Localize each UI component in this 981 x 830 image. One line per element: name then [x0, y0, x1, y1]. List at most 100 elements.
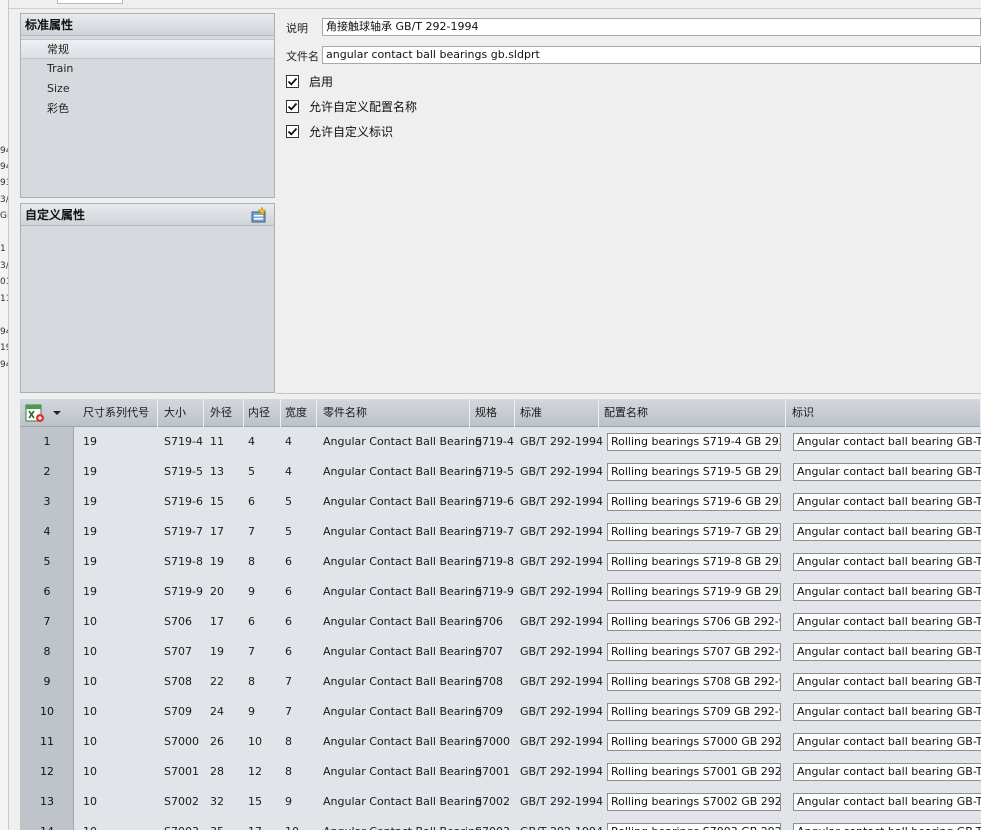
config-name-input[interactable]: Rolling bearings S719-6 GB 292-94: [607, 493, 781, 511]
cell-spec[interactable]: S7002: [471, 787, 510, 817]
config-name-input[interactable]: Rolling bearings S719-9 GB 292-94: [607, 583, 781, 601]
table-row[interactable]: 4 19 S719-7 17 7 5 Angular Contact Ball Bearin…: [20, 517, 981, 547]
cell-od[interactable]: 19: [206, 547, 224, 577]
enable-checkbox[interactable]: [286, 74, 299, 88]
cell-std[interactable]: GB/T 292-1994: [516, 787, 603, 817]
row-number[interactable]: 13: [20, 787, 74, 817]
config-name-input[interactable]: Rolling bearings S706 GB 292-94: [607, 613, 781, 631]
cell-std[interactable]: GB/T 292-1994: [516, 817, 603, 830]
cell-od[interactable]: 17: [206, 517, 224, 547]
cell-size[interactable]: S7000: [160, 727, 199, 757]
cell-w[interactable]: 6: [281, 577, 292, 607]
table-row[interactable]: 2 19 S719-5 13 5 4 Angular Contact Ball Bearin…: [20, 457, 981, 487]
top-tab[interactable]: [57, 0, 123, 4]
table-row[interactable]: 5 19 S719-8 19 8 6 Angular Contact Ball Bearin…: [20, 547, 981, 577]
col-series[interactable]: 尺寸系列代号: [79, 399, 158, 427]
cell-series[interactable]: 10: [79, 787, 97, 817]
cell-std[interactable]: GB/T 292-1994: [516, 637, 603, 667]
identifier-input[interactable]: Angular contact ball bearing GB-T 292: [793, 673, 981, 691]
cell-spec[interactable]: S719-6: [471, 487, 514, 517]
cell-spec[interactable]: S719-7: [471, 517, 514, 547]
row-number[interactable]: 14: [20, 817, 74, 830]
table-row[interactable]: 12 10 S7001 28 12 8 Angular Contact Ball Beari…: [20, 757, 981, 787]
identifier-input[interactable]: Angular contact ball bearing GB-T 292: [793, 583, 981, 601]
table-row[interactable]: 10 10 S709 24 9 7 Angular Contact Ball Bearing…: [20, 697, 981, 727]
cell-id[interactable]: 17: [244, 817, 262, 830]
cell-id[interactable]: 5: [244, 457, 255, 487]
cell-spec[interactable]: S719-5: [471, 457, 514, 487]
row-number[interactable]: 11: [20, 727, 74, 757]
cell-name[interactable]: Angular Contact Ball Bearing: [319, 667, 482, 697]
cell-id[interactable]: 9: [244, 577, 255, 607]
cell-w[interactable]: 7: [281, 697, 292, 727]
identifier-input[interactable]: Angular contact ball bearing GB-T 292: [793, 763, 981, 781]
cell-id[interactable]: 7: [244, 517, 255, 547]
cell-id[interactable]: 7: [244, 637, 255, 667]
custom-ident-checkbox[interactable]: [286, 124, 299, 138]
cell-w[interactable]: 4: [281, 457, 292, 487]
col-outer-diameter[interactable]: 外径: [206, 399, 244, 427]
cell-name[interactable]: Angular Contact Ball Bearing: [319, 637, 482, 667]
cell-std[interactable]: GB/T 292-1994: [516, 487, 603, 517]
table-row[interactable]: 1 19 S719-4 11 4 4 Angular Contact Ball Bearin…: [20, 427, 981, 457]
table-row[interactable]: 3 19 S719-6 15 6 5 Angular Contact Ball Bearin…: [20, 487, 981, 517]
identifier-input[interactable]: Angular contact ball bearing GB-T 292: [793, 493, 981, 511]
cell-std[interactable]: GB/T 292-1994: [516, 517, 603, 547]
cell-spec[interactable]: S706: [471, 607, 503, 637]
cell-w[interactable]: 6: [281, 607, 292, 637]
cell-spec[interactable]: S708: [471, 667, 503, 697]
cell-id[interactable]: 9: [244, 697, 255, 727]
cell-name[interactable]: Angular Contact Ball Bearing: [319, 607, 482, 637]
custom-config-name-checkbox[interactable]: [286, 99, 299, 113]
cell-w[interactable]: 5: [281, 487, 292, 517]
cell-series[interactable]: 19: [79, 517, 97, 547]
cell-size[interactable]: S708: [160, 667, 192, 697]
cell-id[interactable]: 6: [244, 487, 255, 517]
cell-series[interactable]: 10: [79, 607, 97, 637]
cell-size[interactable]: S719-8: [160, 547, 203, 577]
enable-checkbox-row[interactable]: 启用: [286, 73, 333, 89]
cell-w[interactable]: 6: [281, 637, 292, 667]
cell-series[interactable]: 19: [79, 547, 97, 577]
cell-name[interactable]: Angular Contact Ball Bearing: [319, 487, 482, 517]
cell-series[interactable]: 19: [79, 577, 97, 607]
cell-std[interactable]: GB/T 292-1994: [516, 757, 603, 787]
cell-std[interactable]: GB/T 292-1994: [516, 607, 603, 637]
cell-spec[interactable]: S7003: [471, 817, 510, 830]
excel-menu-button[interactable]: [20, 399, 74, 427]
cell-id[interactable]: 12: [244, 757, 262, 787]
cell-od[interactable]: 19: [206, 637, 224, 667]
config-name-input[interactable]: Rolling bearings S7001 GB 292-94: [607, 763, 781, 781]
cell-id[interactable]: 15: [244, 787, 262, 817]
cell-series[interactable]: 10: [79, 697, 97, 727]
col-identifier[interactable]: 标识: [788, 399, 981, 427]
table-row[interactable]: 14 10 S7003 35 17 10 Angular Contact Ball Bear…: [20, 817, 981, 830]
cell-series[interactable]: 19: [79, 457, 97, 487]
cell-series[interactable]: 10: [79, 637, 97, 667]
cell-size[interactable]: S7001: [160, 757, 199, 787]
config-name-input[interactable]: Rolling bearings S708 GB 292-94: [607, 673, 781, 691]
cell-name[interactable]: Angular Contact Ball Bearing: [319, 577, 482, 607]
cell-od[interactable]: 32: [206, 787, 224, 817]
row-number[interactable]: 6: [20, 577, 74, 607]
identifier-input[interactable]: Angular contact ball bearing GB-T 292: [793, 463, 981, 481]
cell-name[interactable]: Angular Contact Ball Bearing: [319, 787, 482, 817]
row-number[interactable]: 2: [20, 457, 74, 487]
table-row[interactable]: 9 10 S708 22 8 7 Angular Contact Ball Bearing S…: [20, 667, 981, 697]
row-number[interactable]: 5: [20, 547, 74, 577]
table-row[interactable]: 8 10 S707 19 7 6 Angular Contact Ball Bearing S…: [20, 637, 981, 667]
cell-od[interactable]: 20: [206, 577, 224, 607]
identifier-input[interactable]: Angular contact ball bearing GB-T 292: [793, 643, 981, 661]
cell-od[interactable]: 11: [206, 427, 224, 457]
cell-size[interactable]: S7002: [160, 787, 199, 817]
custom-ident-checkbox-row[interactable]: 允许自定义标识: [286, 123, 393, 139]
identifier-input[interactable]: Angular contact ball bearing GB-T 292: [793, 793, 981, 811]
col-standard[interactable]: 标准: [516, 399, 599, 427]
description-field[interactable]: 角接触球轴承 GB/T 292-1994: [322, 18, 981, 36]
identifier-input[interactable]: Angular contact ball bearing GB-T 292: [793, 823, 981, 830]
cell-series[interactable]: 10: [79, 757, 97, 787]
col-inner-diameter[interactable]: 内径: [244, 399, 281, 427]
identifier-input[interactable]: Angular contact ball bearing GB-T 292: [793, 433, 981, 451]
config-name-input[interactable]: Rolling bearings S7002 GB 292-94: [607, 793, 781, 811]
config-name-input[interactable]: Rolling bearings S707 GB 292-94: [607, 643, 781, 661]
